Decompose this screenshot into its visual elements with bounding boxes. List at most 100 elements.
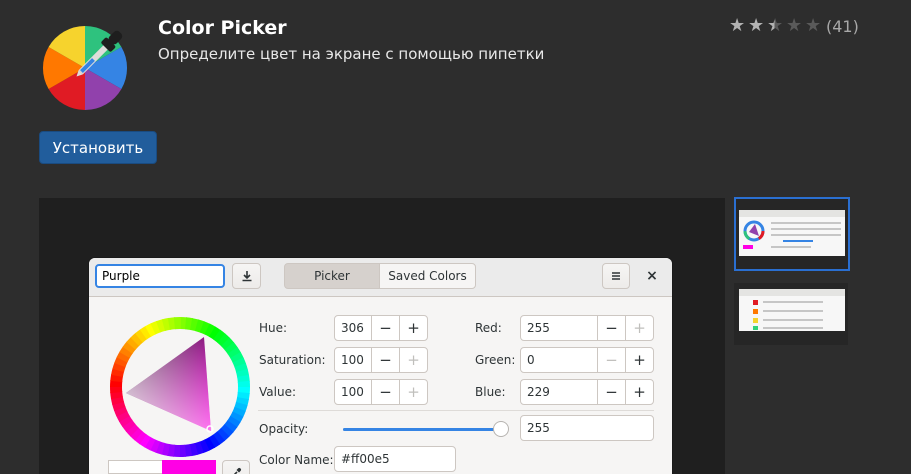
hue-ring-segment[interactable]	[190, 318, 200, 332]
value-increment-button[interactable]: +	[399, 380, 427, 404]
hue-ring-segment[interactable]	[119, 346, 133, 359]
color-name-entry[interactable]	[95, 264, 225, 288]
hue-ring-segment[interactable]	[212, 431, 225, 445]
hue-ring-segment[interactable]	[224, 342, 238, 355]
hue-ring-segment[interactable]	[236, 368, 250, 378]
hue-ring-segment[interactable]	[112, 362, 126, 373]
hue-ring-segment[interactable]	[234, 401, 248, 412]
hue-ring-segment[interactable]	[199, 321, 211, 335]
red-value[interactable]: 255	[521, 316, 597, 340]
hue-ring-segment[interactable]	[194, 319, 205, 333]
opacity-slider-handle[interactable]	[493, 421, 509, 437]
hue-ring-segment[interactable]	[139, 325, 152, 340]
hue-ring-segment[interactable]	[234, 363, 248, 373]
red-increment-button[interactable]: +	[625, 316, 653, 340]
hue-ring-segment[interactable]	[208, 326, 221, 340]
value-decrement-button[interactable]: −	[371, 380, 399, 404]
hue-ring-segment[interactable]	[227, 346, 242, 359]
green-spinbutton[interactable]: 0 − +	[520, 347, 654, 373]
hue-ring-segment[interactable]	[139, 434, 152, 448]
hue-ring-segment[interactable]	[126, 336, 140, 350]
hue-ring-segment[interactable]	[236, 391, 250, 401]
hue-ring-segment[interactable]	[204, 323, 216, 338]
hue-ring-segment[interactable]	[237, 374, 250, 383]
hue-ring-segment[interactable]	[114, 356, 128, 368]
hue-ring-segment[interactable]	[166, 443, 176, 457]
hue-ring-segment[interactable]	[184, 444, 193, 457]
eyedropper-button[interactable]	[222, 460, 250, 474]
saturation-decrement-button[interactable]: −	[371, 348, 399, 372]
green-decrement-button[interactable]: −	[597, 348, 625, 372]
hue-ring-segment[interactable]	[216, 427, 230, 442]
hue-ring-segment[interactable]	[110, 373, 124, 383]
hue-ring-segment[interactable]	[189, 443, 199, 457]
color-hex-entry[interactable]: #ff00e5	[334, 446, 456, 472]
hue-ring-segment[interactable]	[149, 439, 161, 453]
blue-value[interactable]: 229	[521, 380, 597, 404]
hue-ring-segment[interactable]	[223, 420, 238, 433]
hue-ring-segment[interactable]	[160, 442, 170, 456]
hue-ring-segment[interactable]	[135, 329, 148, 343]
blue-spinbutton[interactable]: 229 − +	[520, 379, 654, 405]
hue-ring-segment[interactable]	[118, 415, 133, 428]
hue-ring-segment[interactable]	[220, 424, 234, 438]
color-wheel[interactable]	[108, 315, 252, 459]
hue-ring-segment[interactable]	[144, 436, 156, 451]
hue-value[interactable]: 306	[335, 316, 371, 340]
hue-ring-segment[interactable]	[113, 406, 128, 417]
hue-ring-segment[interactable]	[208, 434, 221, 449]
hue-decrement-button[interactable]: −	[371, 316, 399, 340]
menu-button[interactable]	[602, 263, 630, 289]
saturation-value[interactable]: 100	[335, 348, 371, 372]
hue-ring-segment[interactable]	[156, 319, 166, 333]
blue-decrement-button[interactable]: −	[597, 380, 625, 404]
opacity-slider[interactable]	[343, 421, 509, 437]
hue-ring-segment[interactable]	[112, 401, 126, 411]
hue-spinbutton[interactable]: 306 − +	[334, 315, 428, 341]
hue-ring-segment[interactable]	[230, 352, 244, 364]
close-icon[interactable]: ×	[642, 266, 662, 286]
green-value[interactable]: 0	[521, 348, 597, 372]
hue-ring-segment[interactable]	[145, 323, 157, 337]
hue-ring-segment[interactable]	[203, 437, 215, 451]
hue-ring-segment[interactable]	[122, 341, 137, 354]
hue-ring-segment[interactable]	[111, 367, 125, 377]
install-button[interactable]: Установить	[39, 131, 157, 164]
value-value[interactable]: 100	[335, 380, 371, 404]
hue-ring-segment[interactable]	[110, 391, 123, 400]
hue-ring-segment[interactable]	[213, 329, 226, 344]
green-increment-button[interactable]: +	[625, 348, 653, 372]
hue-ring-segment[interactable]	[125, 423, 140, 437]
opacity-value[interactable]: 255	[520, 415, 654, 441]
hue-ring-segment[interactable]	[235, 397, 249, 407]
hue-ring-segment[interactable]	[229, 411, 244, 423]
hue-ring-segment[interactable]	[167, 317, 176, 330]
save-color-button[interactable]	[232, 263, 261, 289]
hue-ring-segment[interactable]	[122, 419, 136, 432]
hue-ring-segment[interactable]	[220, 337, 235, 351]
hue-ring-segment[interactable]	[232, 406, 246, 418]
hue-ring-segment[interactable]	[217, 333, 231, 347]
red-decrement-button[interactable]: −	[597, 316, 625, 340]
value-spinbutton[interactable]: 100 − +	[334, 379, 428, 405]
blue-increment-button[interactable]: +	[625, 380, 653, 404]
hue-ring-segment[interactable]	[232, 357, 247, 368]
red-spinbutton[interactable]: 255 − +	[520, 315, 654, 341]
tab-saved-colors[interactable]: Saved Colors	[379, 263, 476, 289]
hue-ring-segment[interactable]	[116, 410, 130, 422]
screenshot-thumbnail-1[interactable]	[734, 197, 850, 271]
hue-ring-segment[interactable]	[129, 427, 143, 441]
hue-ring-segment[interactable]	[116, 351, 131, 363]
hue-ring-segment[interactable]	[184, 317, 194, 331]
hue-ring-segment[interactable]	[161, 317, 171, 331]
hue-ring-segment[interactable]	[199, 439, 210, 454]
hue-ring-segment[interactable]	[130, 332, 144, 347]
screenshot-thumbnail-2[interactable]	[734, 283, 848, 345]
hue-increment-button[interactable]: +	[399, 316, 427, 340]
hue-ring-segment[interactable]	[150, 320, 161, 335]
tab-picker[interactable]: Picker	[284, 263, 380, 289]
saturation-spinbutton[interactable]: 100 − +	[334, 347, 428, 373]
hue-ring-segment[interactable]	[134, 430, 147, 445]
hue-ring-segment[interactable]	[227, 415, 241, 428]
saturation-increment-button[interactable]: +	[399, 348, 427, 372]
